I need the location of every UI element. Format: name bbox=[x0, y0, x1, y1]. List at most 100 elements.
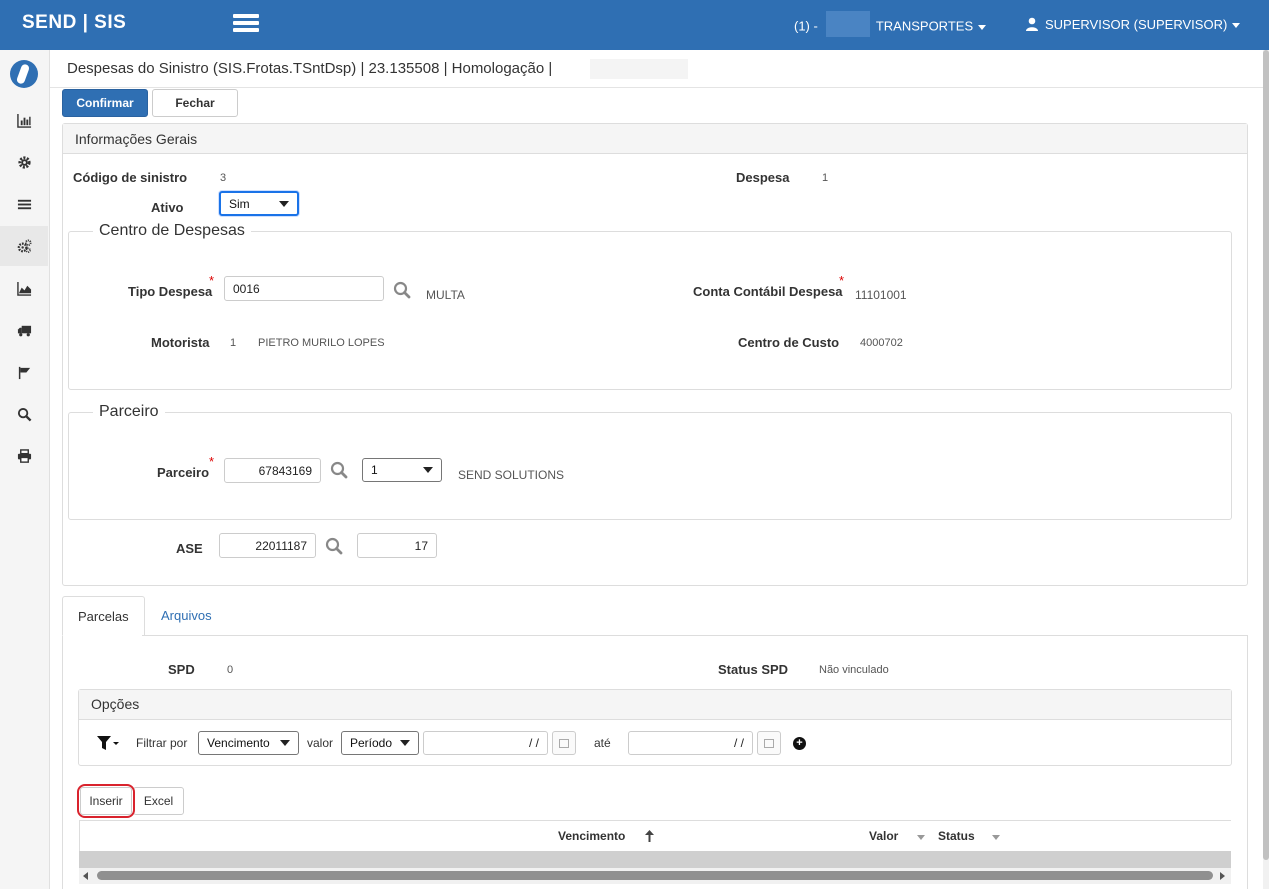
confirm-button[interactable]: Confirmar bbox=[62, 89, 148, 117]
table-row[interactable] bbox=[79, 851, 1231, 868]
centro-custo-label: Centro de Custo bbox=[738, 335, 840, 350]
search-icon[interactable] bbox=[393, 281, 411, 299]
chevron-down-icon bbox=[1232, 23, 1241, 29]
user-icon bbox=[1026, 17, 1038, 31]
column-valor[interactable]: Valor bbox=[869, 829, 898, 843]
date-to-input[interactable]: / / bbox=[628, 731, 753, 755]
valor-label: valor bbox=[307, 736, 334, 750]
parceiro-code-input[interactable]: 67843169 bbox=[224, 458, 321, 483]
filter-icon[interactable] bbox=[97, 736, 121, 750]
company-name: TRANSPORTES bbox=[875, 18, 974, 34]
horizontal-scrollbar[interactable] bbox=[79, 868, 1231, 884]
required-marker: * bbox=[209, 454, 215, 469]
codigo-sinistro-value: 3 bbox=[220, 172, 227, 184]
scrollbar-thumb[interactable] bbox=[97, 871, 1213, 880]
excel-button[interactable]: Excel bbox=[133, 787, 184, 815]
top-navbar: SEND | SIS (1) - TRANSPORTES SUPERVISOR (… bbox=[0, 0, 1269, 50]
status-spd-label: Status SPD bbox=[718, 662, 789, 677]
date-from-input[interactable]: / / bbox=[423, 731, 548, 755]
scroll-right-icon[interactable] bbox=[1220, 872, 1225, 880]
status-spd-value: Não vinculado bbox=[819, 664, 889, 676]
divider bbox=[50, 87, 1265, 88]
ase-input[interactable]: 22011187 bbox=[219, 533, 316, 558]
chevron-down-icon bbox=[978, 24, 987, 30]
vertical-scrollbar[interactable] bbox=[1263, 50, 1269, 889]
ate-label: até bbox=[594, 736, 611, 750]
panel-title: Informações Gerais bbox=[63, 124, 1247, 154]
options-title: Opções bbox=[79, 690, 1231, 720]
brand-logo[interactable]: SEND | SIS bbox=[22, 12, 126, 34]
tipo-despesa-input[interactable]: 0016 bbox=[224, 276, 384, 301]
conta-contabil-label: Conta Contábil Despesa bbox=[693, 284, 843, 299]
company-code-mask bbox=[825, 11, 870, 37]
insert-highlight bbox=[77, 784, 135, 818]
bar-chart-icon[interactable] bbox=[0, 100, 48, 140]
search-icon[interactable] bbox=[0, 394, 48, 434]
grid-header: Vencimento Valor Status bbox=[79, 820, 1231, 851]
ativo-select-value: Sim bbox=[229, 196, 250, 211]
search-icon[interactable] bbox=[325, 537, 343, 555]
tab-arquivos[interactable]: Arquivos bbox=[146, 596, 227, 635]
close-button[interactable]: Fechar bbox=[152, 89, 238, 117]
parceiro-legend: Parceiro bbox=[99, 403, 159, 420]
search-icon[interactable] bbox=[330, 461, 348, 479]
company-selector[interactable]: (1) - TRANSPORTES bbox=[794, 11, 987, 37]
user-name: SUPERVISOR (SUPERVISOR) bbox=[1045, 17, 1228, 32]
required-marker: * bbox=[209, 273, 215, 288]
chevron-down-icon bbox=[280, 740, 290, 746]
sidebar bbox=[0, 50, 50, 889]
parceiro-seq-select[interactable]: 1 bbox=[362, 458, 442, 482]
column-vencimento[interactable]: Vencimento bbox=[558, 829, 625, 843]
user-menu[interactable]: SUPERVISOR (SUPERVISOR) bbox=[1025, 17, 1241, 32]
tab-underline bbox=[142, 635, 1248, 636]
codigo-sinistro-label: Código de sinistro bbox=[73, 170, 188, 185]
motorista-name: PIETRO MURILO LOPES bbox=[258, 337, 385, 349]
period-select[interactable]: Período bbox=[341, 731, 419, 755]
parceiro-name: SEND SOLUTIONS bbox=[458, 468, 565, 482]
gears-icon[interactable] bbox=[0, 226, 48, 266]
motorista-code: 1 bbox=[230, 337, 237, 349]
filter-field-select[interactable]: Vencimento bbox=[198, 731, 299, 755]
chevron-down-icon bbox=[400, 740, 410, 746]
sort-asc-icon[interactable] bbox=[645, 830, 654, 842]
column-menu-icon[interactable] bbox=[992, 835, 1000, 840]
period-value: Período bbox=[350, 736, 393, 750]
scroll-left-icon[interactable] bbox=[83, 872, 88, 880]
ase-label: ASE bbox=[176, 541, 203, 556]
filter-field-value: Vencimento bbox=[207, 736, 270, 750]
calendar-icon[interactable] bbox=[757, 731, 781, 755]
spd-value: 0 bbox=[227, 664, 234, 676]
centro-despesas-group: Centro de Despesas bbox=[68, 222, 1232, 390]
parceiro-label: Parceiro bbox=[157, 465, 210, 480]
column-status[interactable]: Status bbox=[938, 829, 975, 843]
environment-name-mask bbox=[590, 59, 688, 79]
menu-toggle-icon[interactable] bbox=[233, 14, 259, 34]
despesa-label: Despesa bbox=[736, 170, 790, 185]
page-title: Despesas do Sinistro (SIS.Frotas.TSntDsp… bbox=[67, 60, 553, 77]
centro-custo-value: 4000702 bbox=[860, 337, 903, 349]
filter-by-label: Filtrar por bbox=[136, 736, 188, 750]
despesa-value: 1 bbox=[822, 172, 829, 184]
ativo-label: Ativo bbox=[151, 200, 184, 215]
gear-icon[interactable] bbox=[0, 142, 48, 182]
required-marker: * bbox=[839, 273, 845, 288]
motorista-label: Motorista bbox=[151, 335, 210, 350]
chevron-down-icon bbox=[279, 200, 289, 207]
ativo-select[interactable]: Sim bbox=[219, 191, 299, 216]
calendar-icon[interactable] bbox=[552, 731, 576, 755]
spd-label: SPD bbox=[168, 662, 195, 677]
ase-seq-input[interactable]: 17 bbox=[357, 533, 437, 558]
scrollbar-thumb[interactable] bbox=[1263, 50, 1269, 860]
print-icon[interactable] bbox=[0, 436, 48, 476]
tab-parcelas[interactable]: Parcelas bbox=[62, 596, 145, 636]
flag-icon[interactable] bbox=[0, 352, 48, 392]
chevron-down-icon bbox=[423, 467, 433, 473]
add-filter-icon[interactable]: + bbox=[793, 737, 806, 750]
parceiro-seq-value: 1 bbox=[371, 463, 378, 477]
area-chart-icon[interactable] bbox=[0, 268, 48, 308]
tipo-despesa-label: Tipo Despesa bbox=[128, 284, 213, 299]
truck-icon[interactable] bbox=[0, 310, 48, 350]
logo-icon[interactable] bbox=[10, 60, 38, 88]
list-icon[interactable] bbox=[0, 184, 48, 224]
column-menu-icon[interactable] bbox=[917, 835, 925, 840]
